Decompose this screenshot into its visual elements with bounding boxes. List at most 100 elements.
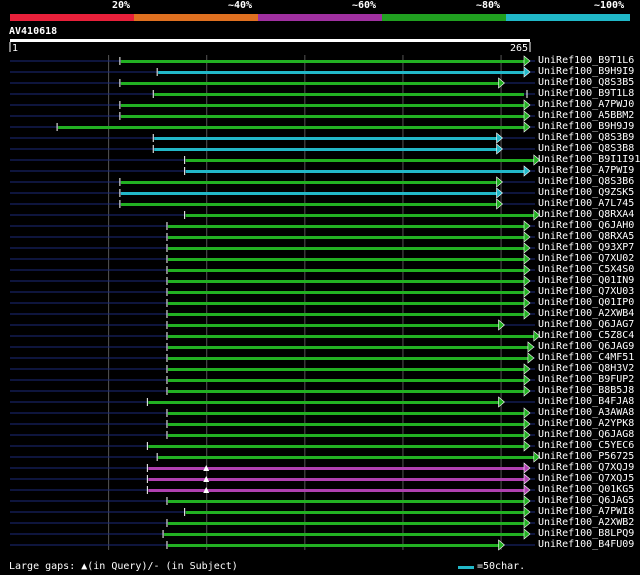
hit-bar: [120, 203, 497, 206]
hit-label[interactable]: UniRef100_Q6JAG7: [538, 319, 634, 330]
hit-label[interactable]: UniRef100_A7PWI9: [538, 165, 634, 176]
hit-end-arrow: [523, 297, 531, 309]
hit-label[interactable]: UniRef100_B4FU09: [538, 539, 634, 550]
hit-end-arrow: [523, 473, 531, 485]
gaps-legend: Large gaps: ▲(in Query)/- (in Subject): [9, 561, 238, 572]
hit-end-arrow: [496, 198, 503, 210]
hit-label[interactable]: UniRef100_B9T1L8: [538, 88, 634, 99]
hit-label[interactable]: UniRef100_C5X4S0: [538, 264, 634, 275]
hit-label[interactable]: UniRef100_Q8S3B6: [538, 176, 634, 187]
blast-overview: 20% ~40% ~60% ~80% ~100% AV410618 1 265 …: [0, 0, 640, 575]
hit-label[interactable]: UniRef100_C5YEC6: [538, 440, 634, 451]
hit-bar: [164, 533, 524, 536]
hit-end-arrow: [523, 440, 531, 452]
hit-label[interactable]: UniRef100_Q7XU03: [538, 286, 634, 297]
hit-bar: [167, 247, 524, 250]
hit-end-arrow: [527, 341, 535, 353]
hit-label[interactable]: UniRef100_A3AWA8: [538, 407, 634, 418]
hit-bar: [120, 181, 497, 184]
hit-bar: [185, 511, 524, 514]
hit-bar: [185, 214, 534, 217]
hit-label[interactable]: UniRef100_Q8RXA4: [538, 209, 634, 220]
hit-label[interactable]: UniRef100_C4MF51: [538, 352, 634, 363]
hit-label[interactable]: UniRef100_Q01IP0: [538, 297, 634, 308]
hit-label[interactable]: UniRef100_Q7XQJ5: [538, 473, 634, 484]
query-start: 1: [12, 43, 19, 54]
hit-label[interactable]: UniRef100_Q7XQJ9: [538, 462, 634, 473]
hit-label[interactable]: UniRef100_A2YPK8: [538, 418, 634, 429]
scale-swatch: [458, 566, 474, 569]
hit-end-arrow: [523, 286, 531, 298]
hit-bar: [167, 291, 524, 294]
hit-end-arrow: [523, 275, 531, 287]
hit-label[interactable]: UniRef100_Q01KG5: [538, 484, 634, 495]
hit-end-arrow: [523, 429, 531, 441]
hit-end-arrow: [523, 165, 531, 177]
hit-label[interactable]: UniRef100_Q93XP7: [538, 242, 634, 253]
hit-bar: [167, 258, 524, 261]
hit-end-arrow: [523, 462, 531, 474]
hit-bar: [120, 104, 525, 107]
hit-label[interactable]: UniRef100_A2XWB2: [538, 517, 634, 528]
hit-end-arrow: [523, 55, 531, 67]
hit-end-arrow: [523, 385, 531, 397]
hit-label[interactable]: UniRef100_Q6JAG8: [538, 429, 634, 440]
hit-label[interactable]: UniRef100_A7PWI8: [538, 506, 634, 517]
hit-label[interactable]: UniRef100_A5BBM2: [538, 110, 634, 121]
hit-end-arrow: [523, 374, 531, 386]
hit-label[interactable]: UniRef100_B4FJA8: [538, 396, 634, 407]
hit-label[interactable]: UniRef100_B8LPQ9: [538, 528, 634, 539]
hit-label[interactable]: UniRef100_Q6JAG9: [538, 341, 634, 352]
hit-label[interactable]: UniRef100_B8B5J8: [538, 385, 634, 396]
hit-bar: [120, 115, 525, 118]
hit-label[interactable]: UniRef100_A7PWJ0: [538, 99, 634, 110]
hit-bar: [167, 236, 524, 239]
hit-end-arrow: [523, 363, 531, 375]
query-end: 265: [510, 43, 529, 54]
hit-label[interactable]: UniRef100_Q9ZSK5: [538, 187, 634, 198]
hit-label[interactable]: UniRef100_B9I1I91: [538, 154, 640, 165]
hit-label[interactable]: UniRef100_P56725: [538, 451, 634, 462]
hit-end-arrow: [523, 517, 531, 529]
hit-end-arrow: [523, 242, 531, 254]
hit-label[interactable]: UniRef100_A2XWB4: [538, 308, 634, 319]
hit-label[interactable]: UniRef100_Q7XU02: [538, 253, 634, 264]
hit-label[interactable]: UniRef100_B9T1L6: [538, 55, 634, 66]
hit-label[interactable]: UniRef100_Q6JAG5: [538, 495, 634, 506]
hit-end-arrow: [523, 418, 531, 430]
hit-bar: [167, 368, 524, 371]
hit-bar: [167, 522, 524, 525]
hit-label[interactable]: UniRef100_Q8S3B5: [538, 77, 634, 88]
scale-legend: =50char.: [477, 561, 526, 572]
hit-label[interactable]: UniRef100_Q8RXA5: [538, 231, 634, 242]
hit-label[interactable]: UniRef100_B9H9I9: [538, 66, 634, 77]
hit-bar: [167, 313, 524, 316]
hit-label[interactable]: UniRef100_Q6JAH0: [538, 220, 634, 231]
hit-bar: [120, 60, 525, 63]
hit-bar: [148, 401, 499, 404]
hit-bar: [154, 93, 524, 96]
hit-bar: [158, 456, 534, 459]
legend-swatch-0: [10, 14, 134, 21]
hit-bar: [185, 159, 534, 162]
hit-end-arrow: [523, 99, 531, 111]
hit-bar: [167, 412, 524, 415]
legend-swatch-2: [258, 14, 382, 21]
hit-bar: [148, 445, 524, 448]
hit-label[interactable]: UniRef100_Q8S3B8: [538, 143, 634, 154]
hit-label[interactable]: UniRef100_Q01IN9: [538, 275, 634, 286]
hit-end-arrow: [523, 110, 531, 122]
hit-bar: [154, 148, 497, 151]
hit-bar: [167, 346, 528, 349]
hit-end-arrow: [523, 528, 531, 540]
hit-bar: [167, 390, 524, 393]
hit-end-arrow: [523, 220, 531, 232]
hit-label[interactable]: UniRef100_B9FUP2: [538, 374, 634, 385]
legend-swatch-4: [506, 14, 630, 21]
query-id: AV410618: [9, 26, 58, 37]
hit-label[interactable]: UniRef100_Q8H3V2: [538, 363, 634, 374]
hit-label[interactable]: UniRef100_C5Z8C4: [538, 330, 634, 341]
hit-label[interactable]: UniRef100_Q8S3B9: [538, 132, 634, 143]
hit-label[interactable]: UniRef100_A7L745: [538, 198, 634, 209]
hit-label[interactable]: UniRef100_B9H9J9: [538, 121, 634, 132]
